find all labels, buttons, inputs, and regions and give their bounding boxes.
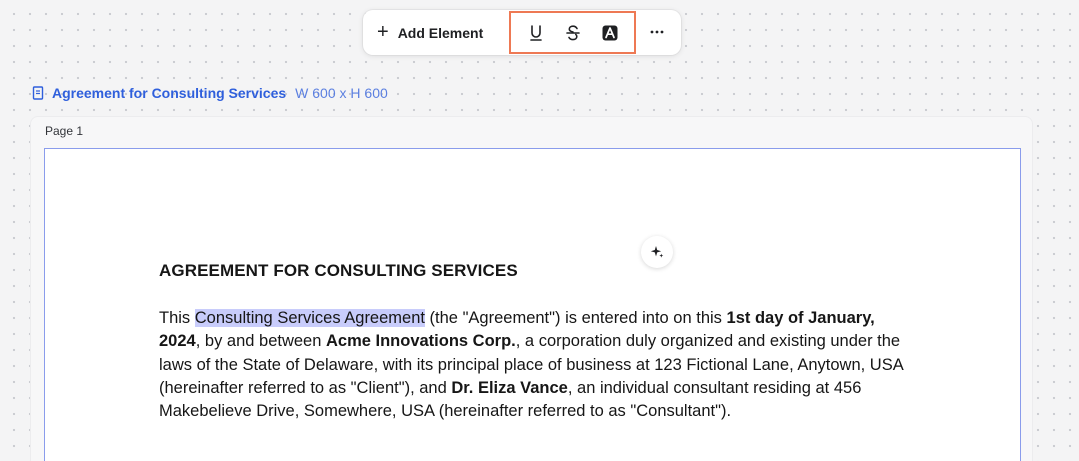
document-dimensions: W 600 x H 600 [295, 85, 388, 101]
add-element-button[interactable]: + Add Element [377, 18, 497, 48]
document-header: Agreement for Consulting Services W 600 … [32, 84, 388, 102]
underline-icon[interactable] [524, 21, 548, 45]
ellipsis-icon[interactable] [645, 20, 669, 44]
document-title[interactable]: Agreement for Consulting Services [52, 85, 286, 101]
add-element-label: Add Element [397, 24, 484, 41]
page-label: Page 1 [45, 124, 84, 138]
paragraph-text: , by and between [195, 332, 326, 351]
text-format-group [509, 11, 636, 54]
plus-icon: + [377, 20, 389, 43]
document-content: AGREEMENT FOR CONSULTING SERVICES This C… [159, 261, 919, 423]
floating-toolbar: + Add Element [363, 10, 681, 55]
selected-text[interactable]: Consulting Services Agreement [194, 309, 425, 327]
document-heading[interactable]: AGREEMENT FOR CONSULTING SERVICES [159, 261, 919, 281]
text-highlight-icon[interactable] [598, 21, 622, 45]
document-page[interactable]: AGREEMENT FOR CONSULTING SERVICES This C… [44, 148, 1021, 461]
bold-consultant-name: Dr. Eliza Vance [451, 378, 568, 397]
strikethrough-icon[interactable] [561, 21, 585, 45]
document-icon [32, 86, 44, 100]
paragraph-text: (the "Agreement") is entered into on thi… [424, 309, 727, 327]
bold-client-name: Acme Innovations Corp. [325, 332, 516, 351]
paragraph-text: This [159, 309, 195, 327]
document-paragraph[interactable]: This Consulting Services Agreement (the … [159, 307, 904, 423]
